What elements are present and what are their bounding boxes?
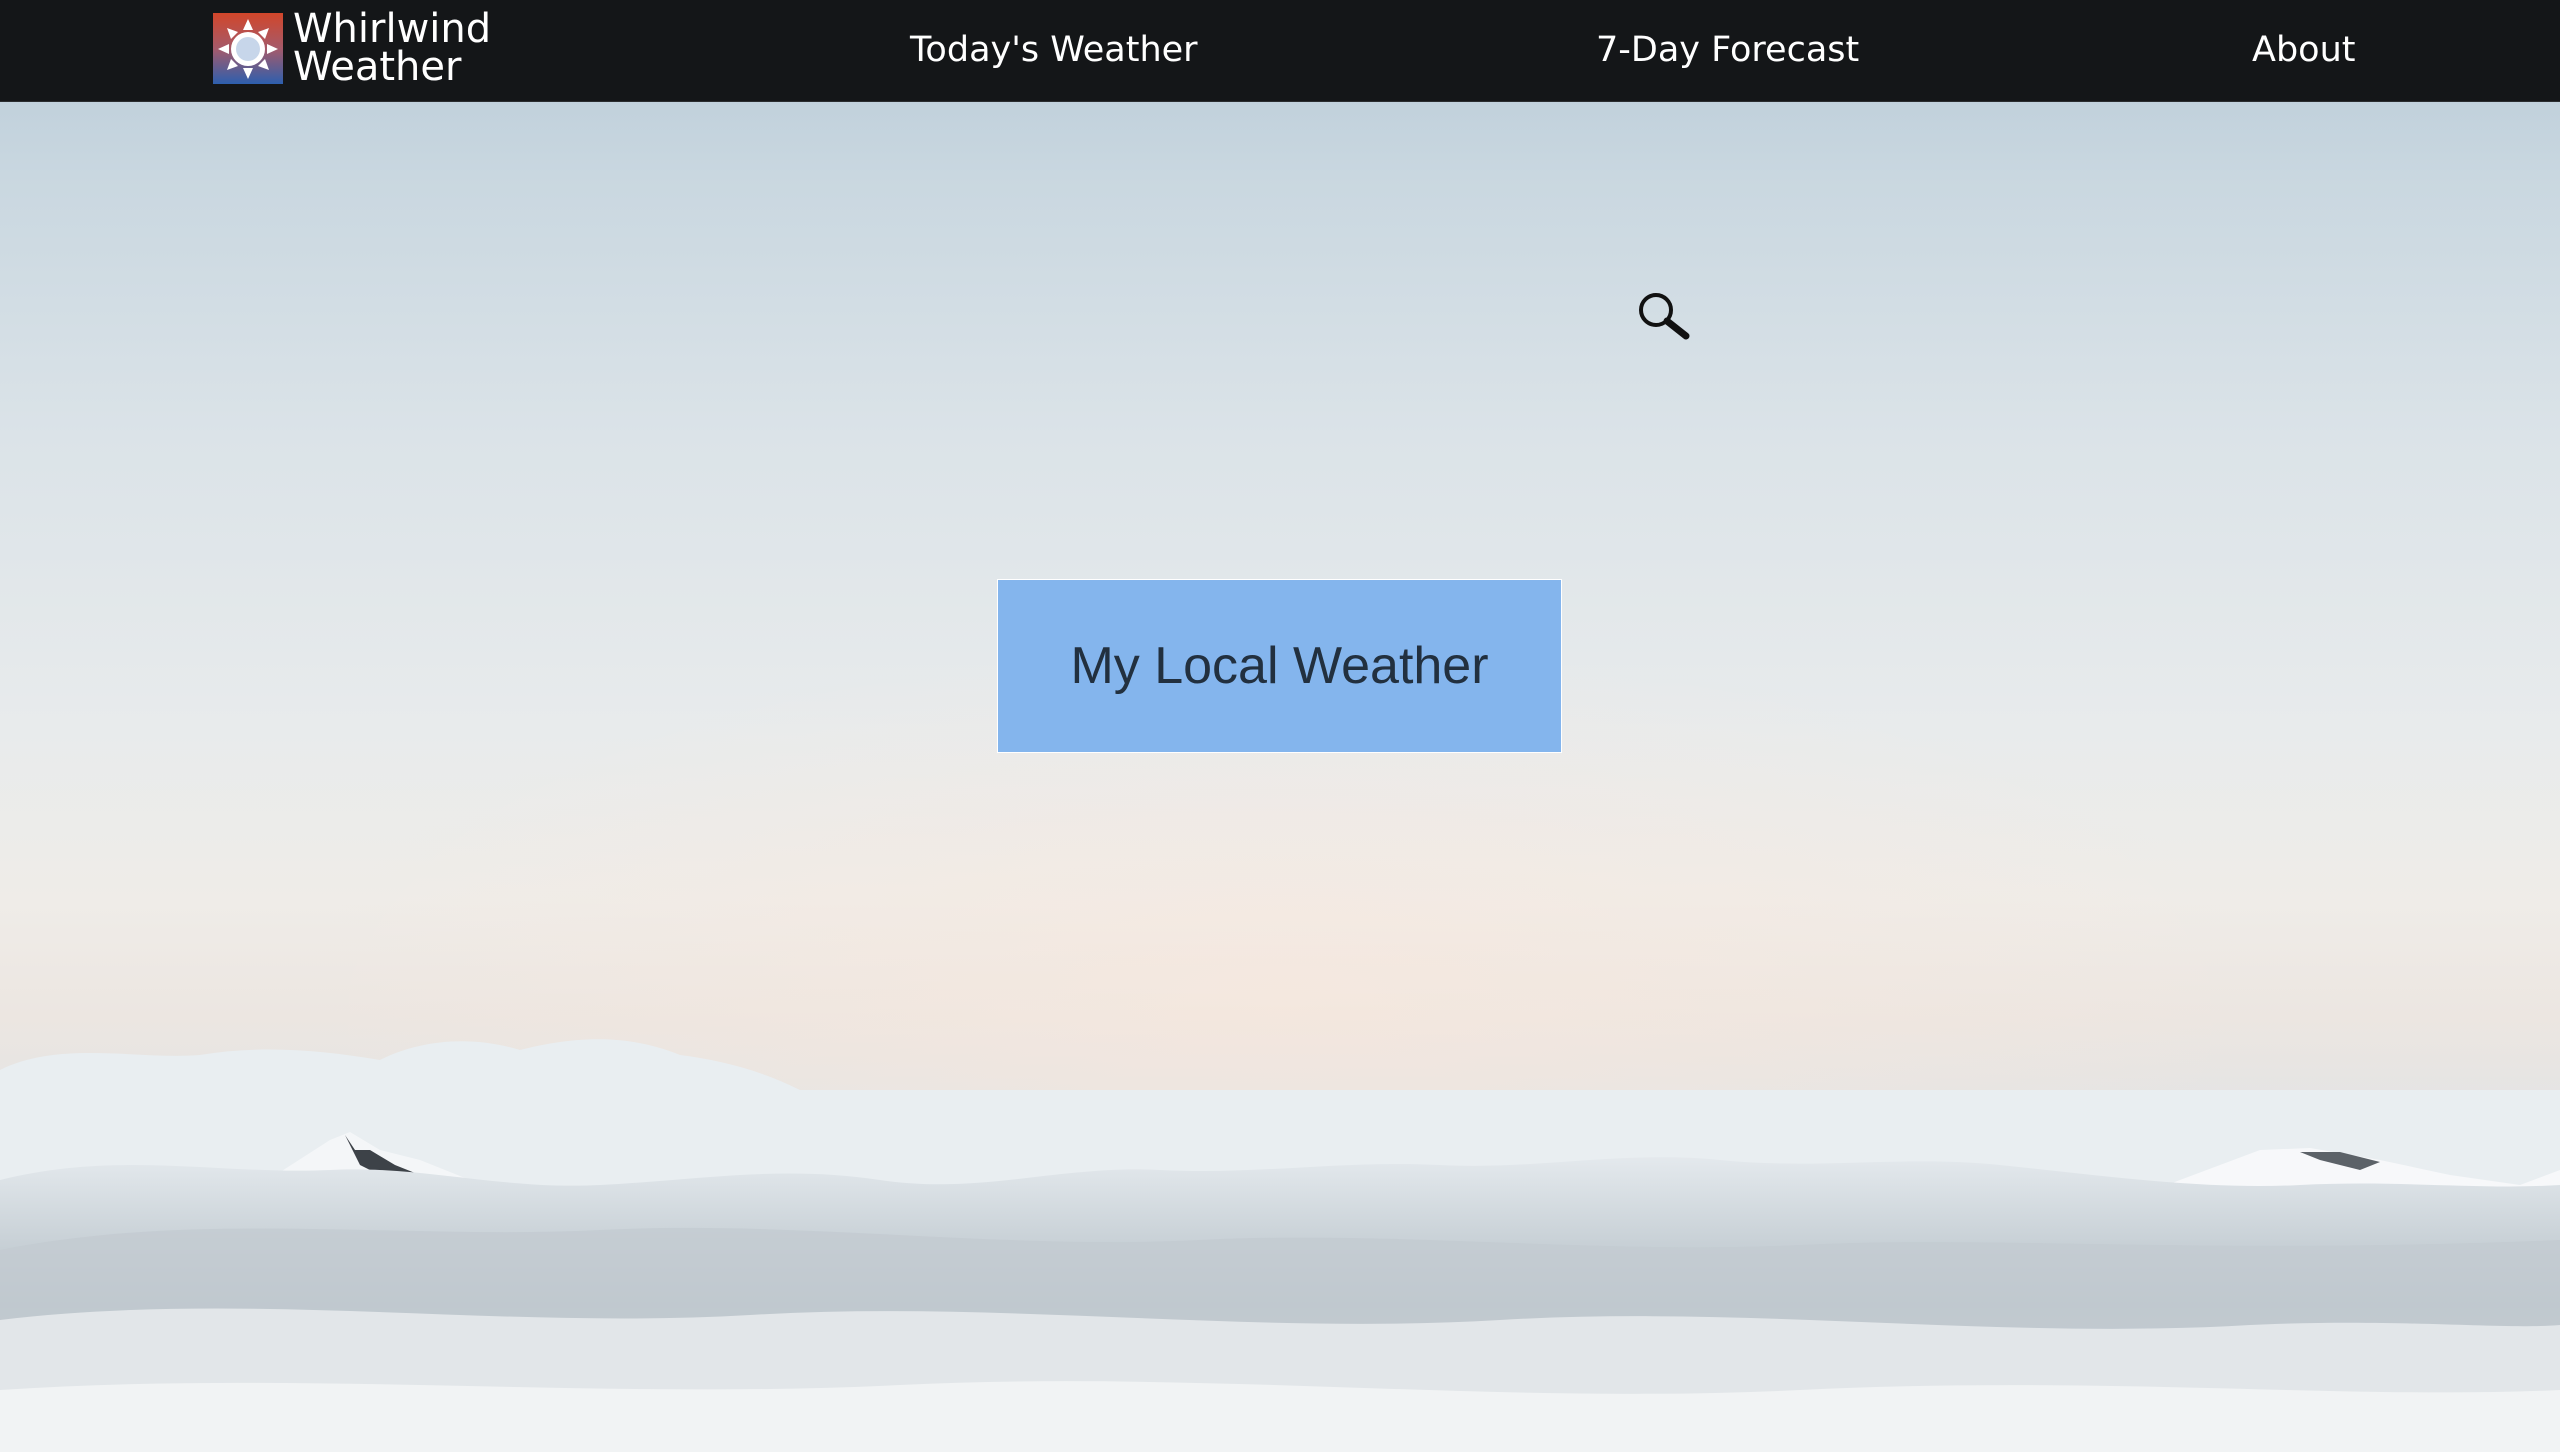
brand[interactable]: Whirlwind Weather	[213, 6, 492, 90]
brand-name: Whirlwind Weather	[293, 6, 492, 90]
sun-logo-icon	[213, 12, 283, 84]
nav-todays-weather[interactable]: Today's Weather	[910, 28, 1198, 72]
nav-7-day-forecast[interactable]: 7-Day Forecast	[1596, 28, 1859, 72]
brand-name-line1: Whirlwind	[293, 6, 492, 52]
search-icon[interactable]	[1634, 290, 1692, 342]
page: Whirlwind Weather Today's Weather 7-Day …	[0, 0, 2560, 1452]
nav-about[interactable]: About	[2252, 28, 2355, 72]
navbar: Whirlwind Weather Today's Weather 7-Day …	[0, 0, 2560, 102]
cloud-sea-background	[0, 1039, 2560, 1452]
my-local-weather-button[interactable]: My Local Weather	[997, 579, 1562, 753]
brand-name-line2: Weather	[293, 44, 462, 90]
